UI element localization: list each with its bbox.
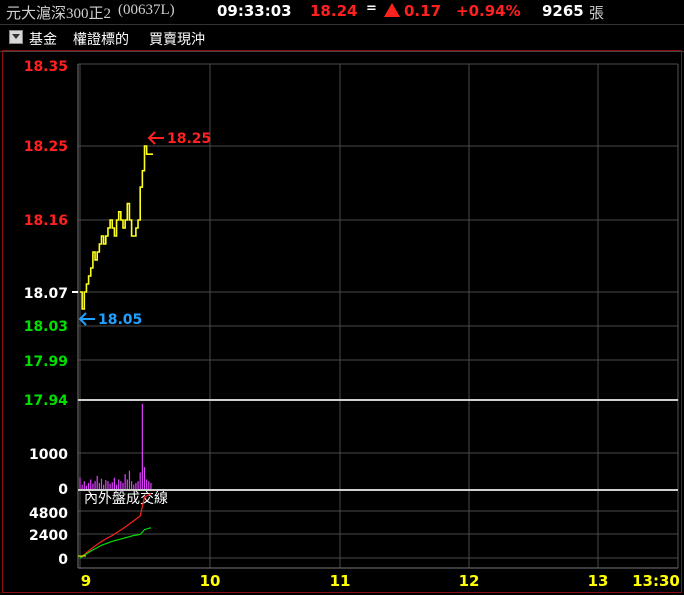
bidask-panel-title: 內外盤成交線 xyxy=(84,490,168,507)
price-tick-label: 18.16 xyxy=(24,213,68,229)
time-tick-label: 13 xyxy=(588,572,609,590)
left-arrow-icon xyxy=(147,131,164,145)
volume-axis: 1000 0 xyxy=(29,447,68,498)
price-line xyxy=(80,145,153,310)
time-tick-label: 11 xyxy=(330,572,351,590)
time-tick-label: 10 xyxy=(200,572,221,590)
price-tick-label: 18.35 xyxy=(24,59,68,75)
bidask-tick-label: 0 xyxy=(58,552,68,568)
high-price-annotation: 18.25 xyxy=(147,131,211,147)
bidask-tick-label: 2400 xyxy=(29,528,68,544)
time-tick-label: 12 xyxy=(459,572,480,590)
price-tick-label: 17.94 xyxy=(24,393,69,409)
price-tick-label: 18.03 xyxy=(24,319,68,335)
price-tick-label: 17.99 xyxy=(24,354,68,370)
volume-tick-label: 0 xyxy=(58,482,68,498)
time-tick-label: 13:30 xyxy=(632,572,680,590)
inner-volume-line xyxy=(79,527,152,559)
left-arrow-icon xyxy=(78,312,95,326)
bidask-tick-label: 4800 xyxy=(29,506,68,522)
price-axis: 18.35 18.25 18.16 18.07 18.03 17.99 17.9… xyxy=(24,59,69,409)
bidask-axis: 4800 2400 0 xyxy=(29,506,68,568)
time-tick-label: 9 xyxy=(81,572,91,590)
time-axis: 9 10 11 12 13 13:30 xyxy=(81,572,680,590)
low-price-label: 18.05 xyxy=(98,312,142,328)
high-price-label: 18.25 xyxy=(167,131,211,147)
price-tick-label: 18.25 xyxy=(24,139,68,155)
intraday-chart: 18.35 18.25 18.16 18.07 18.03 17.99 17.9… xyxy=(24,59,680,590)
volume-tick-label: 1000 xyxy=(29,447,68,463)
price-tick-label: 18.07 xyxy=(24,286,68,302)
